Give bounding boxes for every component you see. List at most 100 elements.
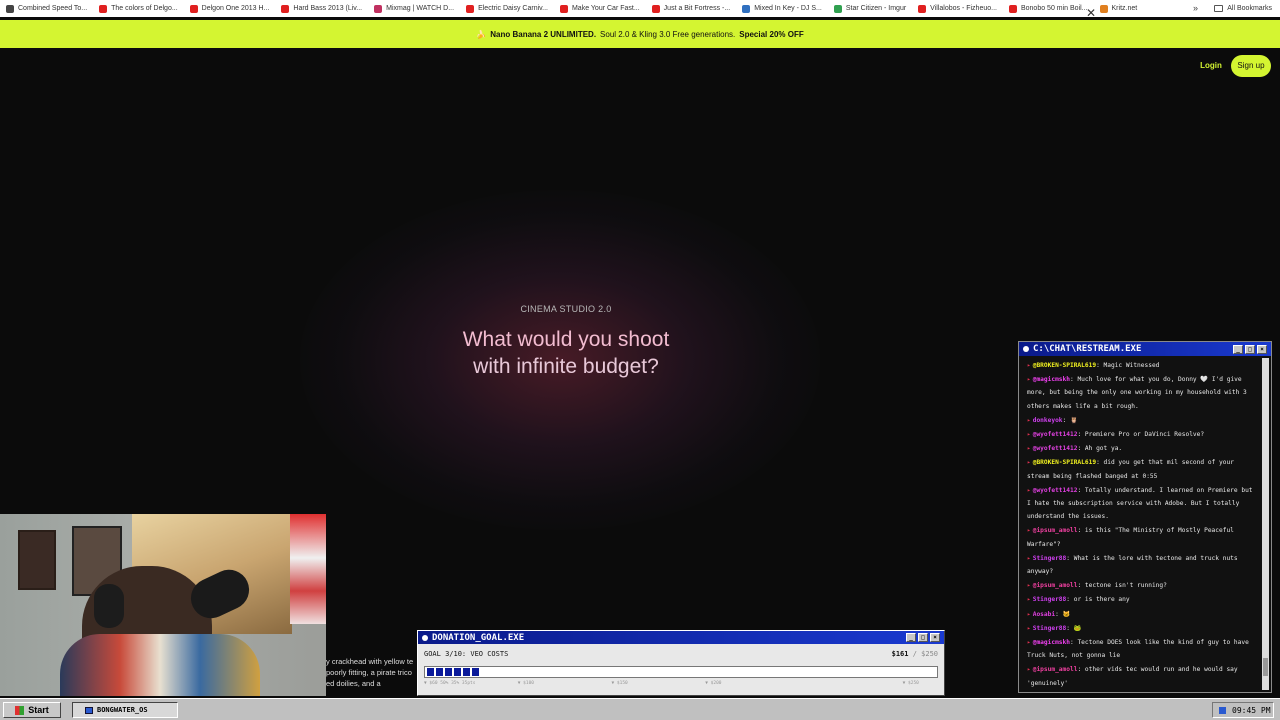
chat-message: ▸ donkeyok: 🦉 <box>1027 414 1255 427</box>
donation-body: GOAL 3/10: VEO COSTS $161 / $250 <box>424 650 938 658</box>
bookmark-label: Kritz.net <box>1111 5 1138 12</box>
window-icon <box>85 706 93 714</box>
bookmark-item[interactable]: The colors of Delgo... <box>93 0 184 17</box>
donation-separator: / <box>908 650 922 658</box>
chat-username: Stinger88 <box>1032 554 1067 562</box>
webcam-feed <box>0 514 326 696</box>
ticker-line: poorly fitting, a pirate trico <box>326 668 412 677</box>
start-button[interactable]: Start <box>3 702 61 718</box>
chat-username: Aosabi <box>1032 610 1056 618</box>
close-button[interactable]: × <box>1257 344 1267 354</box>
chat-separator: : <box>1096 459 1104 467</box>
taskbar-item-label: BONGWATER_OS <box>97 706 148 714</box>
chat-username: @wyofett1412 <box>1032 431 1078 439</box>
streamer-shirt <box>60 634 260 696</box>
bookmark-item[interactable]: Kritz.net <box>1094 0 1144 17</box>
taskbar-item[interactable]: BONGWATER_OS <box>72 702 178 718</box>
minimize-button[interactable]: _ <box>1233 344 1243 354</box>
chat-message: ▸ @wyofett1412: Totally understand. I lea… <box>1027 484 1255 524</box>
clock: 09:45 PM <box>1232 705 1271 715</box>
promo-banner[interactable]: 🍌 Nano Banana 2 UNLIMITED. Soul 2.0 & Kl… <box>0 20 1280 48</box>
progress-block <box>472 668 479 676</box>
chat-username: Stinger88 <box>1032 596 1067 604</box>
chat-username: @BROKEN-SPIRAL619 <box>1032 459 1097 467</box>
bookmark-item[interactable]: Hard Bass 2013 (Liv... <box>275 0 368 17</box>
donation-window-titlebar[interactable]: DONATION_GOAL.EXE _ □ × <box>418 631 944 644</box>
donation-target: $250 <box>921 650 938 658</box>
chat-separator: : <box>1077 582 1085 590</box>
all-bookmarks-button[interactable]: All Bookmarks <box>1214 0 1272 17</box>
chat-window-titlebar[interactable]: C:\CHAT\RESTREAM.EXE _ □ × <box>1019 342 1271 356</box>
chat-username: @magicmskh <box>1032 376 1070 384</box>
milestone-marker: ▼ $100 <box>517 681 535 686</box>
donation-progress-bar <box>424 666 938 678</box>
bookmark-item[interactable]: Electric Daisy Carniv... <box>460 0 554 17</box>
windows-logo-icon <box>15 705 25 715</box>
login-button[interactable]: Login <box>1196 58 1226 74</box>
shelf <box>290 514 326 624</box>
system-tray: 09:45 PM <box>1212 702 1274 718</box>
chat-separator: : <box>1066 554 1074 562</box>
promo-close-icon[interactable]: ✕ <box>1086 5 1096 21</box>
maximize-button[interactable]: □ <box>1245 344 1255 354</box>
bookmark-item[interactable]: Make Your Car Fast... <box>554 0 646 17</box>
bookmark-item[interactable]: Star Citizen - Imgur <box>828 0 912 17</box>
speaker-icon <box>1219 706 1226 714</box>
chat-ticker: y crackhead with yellow te poorly fitting… <box>326 656 418 696</box>
bookmark-item[interactable]: Just a Bit Fortress -... <box>646 0 737 17</box>
close-button[interactable]: × <box>930 633 940 642</box>
progress-block <box>427 668 434 676</box>
progress-block <box>463 668 470 676</box>
chat-message: ▸ Stinger88: or is there any <box>1027 593 1255 606</box>
chat-message: ▸ @wyofett1412: Premiere Pro or DaVinci R… <box>1027 428 1255 441</box>
platform-icon: ▸ <box>1027 527 1031 535</box>
chat-separator: : <box>1077 445 1085 453</box>
progress-block <box>436 668 443 676</box>
bookmark-item[interactable]: Villalobos - Fizheuo... <box>912 0 1003 17</box>
bookmarks-overflow-button[interactable]: » <box>1193 0 1198 17</box>
bookmark-label: Combined Speed To... <box>18 5 88 12</box>
chat-text: or is there any <box>1073 596 1130 604</box>
milestone-marker: ▼ $60 50% 35% 35pts <box>424 681 476 686</box>
chat-message: ▸ Stinger88: 🐸 <box>1027 622 1255 635</box>
chat-scrollbar[interactable] <box>1262 358 1269 690</box>
minimize-button[interactable]: _ <box>906 633 916 642</box>
ticker-line: y crackhead with yellow te <box>326 657 414 666</box>
bookmark-item[interactable]: Bonobo 50 min Boil... <box>1003 0 1094 17</box>
bookmark-favicon-icon <box>374 4 383 13</box>
chat-message: ▸ @magicmskh: Tectone DOES look like the … <box>1027 636 1255 662</box>
folder-icon <box>1214 5 1224 12</box>
bookmark-favicon-icon <box>559 4 568 13</box>
taskbar: Start BONGWATER_OS 09:45 PM <box>0 698 1280 720</box>
window-icon <box>1023 346 1029 352</box>
platform-icon: ▸ <box>1027 666 1031 674</box>
donation-current: $161 <box>891 650 909 658</box>
chat-text: Premiere Pro or DaVinci Resolve? <box>1084 431 1205 439</box>
platform-icon: ▸ <box>1027 416 1031 424</box>
bookmark-label: Mixed In Key - DJ S... <box>754 5 822 12</box>
chat-message: ▸ @BROKEN-SPIRAL619: did you get that mil… <box>1027 456 1255 482</box>
chat-scroll-thumb[interactable] <box>1263 658 1268 676</box>
chat-username: @BROKEN-SPIRAL619 <box>1032 362 1097 369</box>
bookmark-favicon-icon <box>189 4 198 13</box>
hero-title: What would you shoot with infinite budge… <box>426 326 706 380</box>
maximize-button[interactable]: □ <box>918 633 928 642</box>
chat-separator: : <box>1096 362 1104 369</box>
chat-separator: : <box>1077 527 1085 535</box>
chat-window[interactable]: C:\CHAT\RESTREAM.EXE _ □ × ▸ @BROKEN-SPIR… <box>1018 341 1272 693</box>
headphones <box>94 584 124 628</box>
ticker-line: ed doilies, and a <box>326 679 381 688</box>
bookmark-item[interactable]: Mixed In Key - DJ S... <box>736 0 828 17</box>
bookmark-item[interactable]: Delgon One 2013 H... <box>184 0 276 17</box>
donation-window[interactable]: DONATION_GOAL.EXE _ □ × GOAL 3/10: VEO C… <box>417 630 945 696</box>
chat-message: ▸ @ipsum_amoll: tectone isn't running? <box>1027 579 1255 592</box>
chat-message: ▸ Stinger88: What is the lore with tecton… <box>1027 552 1255 578</box>
bookmark-label: Hard Bass 2013 (Liv... <box>293 5 363 12</box>
bookmark-label: Delgon One 2013 H... <box>201 5 270 12</box>
chat-username: @ipsum_amoll <box>1032 582 1078 590</box>
bookmark-item[interactable]: Mixmag | WATCH D... <box>368 0 460 17</box>
chat-username: @ipsum_amoll <box>1032 666 1078 674</box>
signup-button[interactable]: Sign up <box>1231 55 1271 77</box>
chat-separator: : <box>1062 416 1070 424</box>
bookmark-item[interactable]: Combined Speed To... <box>0 0 93 17</box>
